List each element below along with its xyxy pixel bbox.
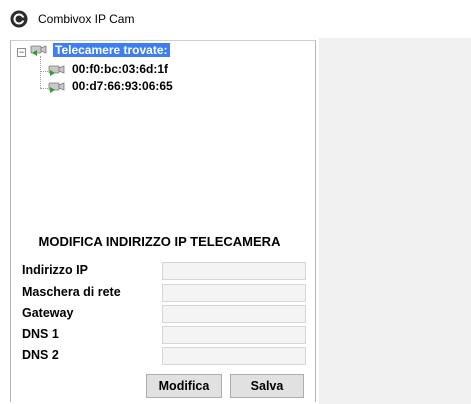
dns1-field[interactable]	[162, 326, 306, 344]
tree-item-camera-1[interactable]: 00:f0:bc:03:6d:1f	[72, 62, 168, 76]
collapse-icon[interactable]: −	[17, 48, 26, 57]
tree-connector	[40, 56, 41, 88]
subnet-mask-field[interactable]	[162, 284, 306, 302]
preview-area	[319, 38, 471, 404]
modify-button[interactable]: Modifica	[146, 374, 222, 398]
camera-group-icon	[30, 45, 47, 56]
ip-address-label: Indirizzo IP	[22, 263, 88, 277]
tree-root-label: Telecamere trovate:	[53, 43, 170, 57]
subnet-mask-label: Maschera di rete	[22, 285, 121, 299]
dns1-label: DNS 1	[22, 327, 59, 341]
camera-icon	[48, 65, 65, 76]
title-bar: Combivox IP Cam	[0, 0, 471, 38]
window-title: Combivox IP Cam	[38, 12, 135, 26]
tree-item-camera-2[interactable]: 00:d7:66:93:06:65	[72, 79, 173, 93]
gateway-label: Gateway	[22, 306, 74, 320]
ip-address-field[interactable]	[162, 262, 306, 280]
dns2-field[interactable]	[162, 347, 306, 365]
camera-icon	[48, 82, 65, 93]
dns2-label: DNS 2	[22, 348, 59, 362]
combivox-logo-icon	[10, 10, 28, 28]
gateway-field[interactable]	[162, 305, 306, 323]
form-heading: MODIFICA INDIRIZZO IP TELECAMERA	[38, 234, 281, 249]
tree-root[interactable]: Telecamere trovate:	[53, 43, 170, 57]
save-button[interactable]: Salva	[230, 374, 304, 398]
